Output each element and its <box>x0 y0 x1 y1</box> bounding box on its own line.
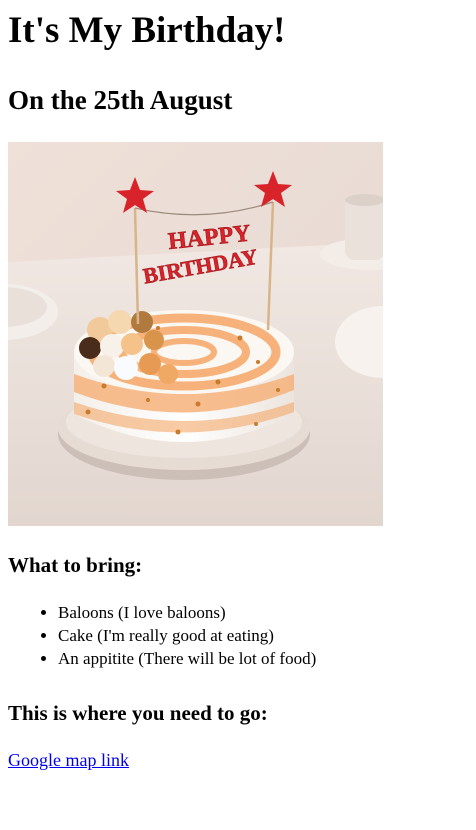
bring-list: Baloons (I love baloons) Cake (I'm reall… <box>8 601 316 670</box>
list-item: Cake (I'm really good at eating) <box>58 624 316 647</box>
bring-heading: What to bring: <box>8 553 143 577</box>
google-map-link[interactable]: Google map link <box>8 749 129 771</box>
list-item: An appitite (There will be lot of food) <box>58 647 316 670</box>
birthday-cake-image: HAPPY BIRTHDAY <box>8 142 383 526</box>
list-item: Baloons (I love baloons) <box>58 601 316 624</box>
location-heading: This is where you need to go: <box>8 701 268 725</box>
page-subtitle: On the 25th August <box>8 85 233 115</box>
page-title: It's My Birthday! <box>8 10 286 51</box>
